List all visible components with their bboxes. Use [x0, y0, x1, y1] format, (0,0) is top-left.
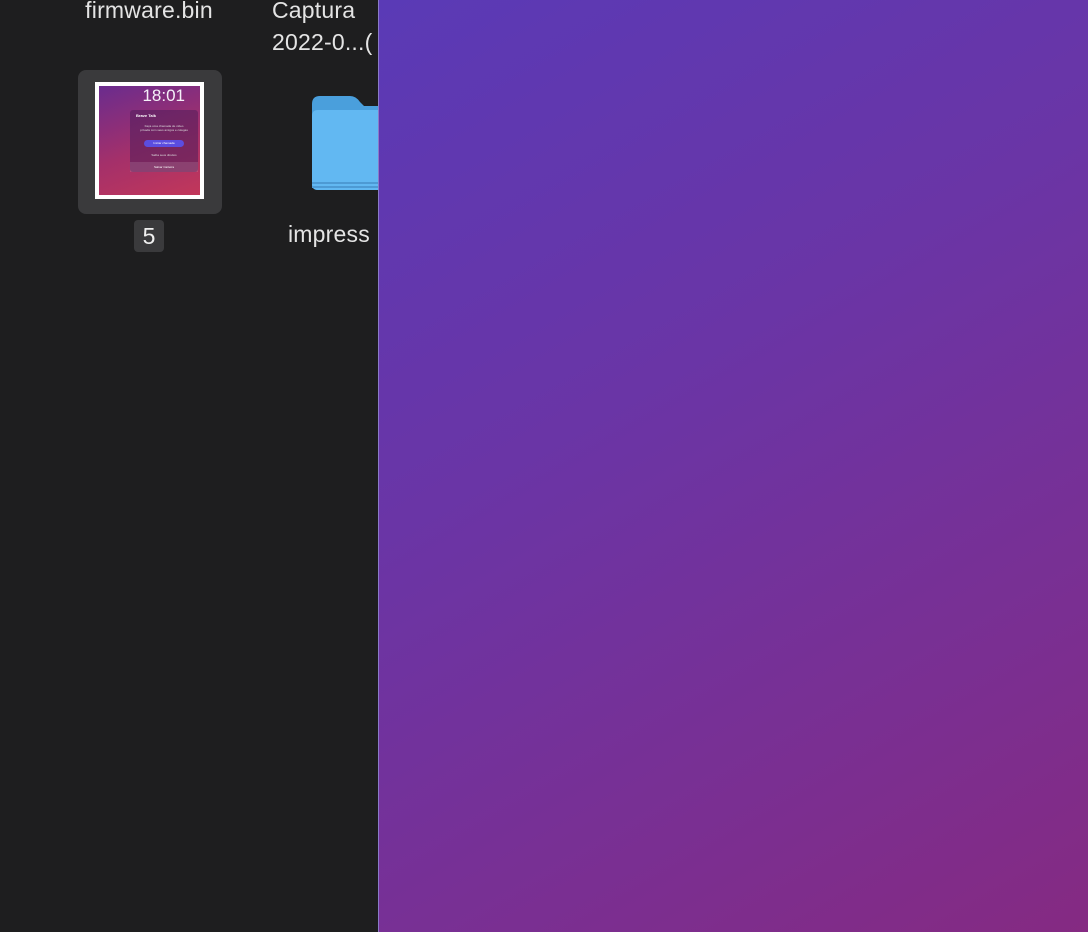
thumbnail-card-text: Faça uma chamada de vídeo privada com se… — [140, 124, 188, 132]
file-item-firmware[interactable]: firmware.bin — [60, 0, 238, 26]
file-name: impress — [288, 221, 370, 247]
screenshot-thumbnail: 18:01 Brave Talk Faça uma chamada de víd… — [95, 82, 204, 199]
file-name-label[interactable]: 5 — [134, 220, 164, 252]
thumbnail-clock: 18:01 — [142, 86, 185, 105]
thumbnail-card-bottom: Salvar Carteira — [130, 162, 198, 172]
thumbnail-card: Brave Talk Faça uma chamada de vídeo pri… — [130, 110, 198, 172]
file-name-line1: Captura — [272, 0, 356, 23]
thumbnail-card-link: Saiba seus direitos — [151, 153, 177, 157]
thumbnail-card-button: Iniciar chamada — [144, 140, 184, 147]
desktop-wallpaper — [378, 0, 1088, 932]
file-name: firmware.bin — [85, 0, 213, 23]
thumbnail-card-title: Brave Talk — [136, 113, 156, 118]
finder-icon-view: firmware.bin Captura 2022-0...( 18:01 Br… — [0, 0, 378, 932]
thumbnail-content: 18:01 Brave Talk Faça uma chamada de víd… — [99, 86, 200, 195]
selection-highlight[interactable]: 18:01 Brave Talk Faça uma chamada de víd… — [78, 70, 222, 214]
file-item-captura[interactable]: Captura 2022-0...( — [258, 0, 378, 58]
file-name-line2: 2022-0...( — [272, 29, 373, 55]
folder-icon — [312, 96, 378, 190]
